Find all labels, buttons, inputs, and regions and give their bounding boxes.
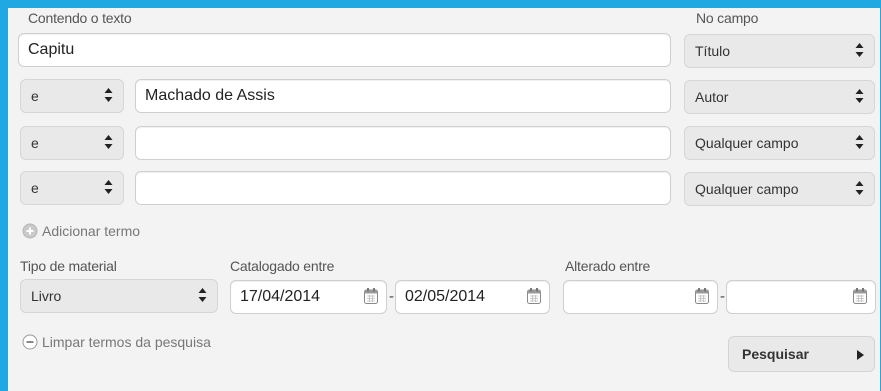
catalog-to-value: 02/05/2014 bbox=[405, 288, 486, 305]
search-text-value-1: Capitu bbox=[28, 41, 75, 58]
minus-circle-icon bbox=[22, 334, 38, 350]
triangle-right-icon bbox=[857, 350, 864, 360]
no-campo-label: No campo bbox=[696, 10, 759, 26]
catalog-to-input[interactable]: 02/05/2014 bbox=[395, 280, 550, 314]
updown-arrows-icon bbox=[855, 89, 864, 103]
field-select-value-3: Qualquer campo bbox=[695, 135, 799, 151]
catalogado-label: Catalogado entre bbox=[230, 258, 335, 274]
calendar-icon[interactable] bbox=[695, 288, 709, 304]
search-button-label: Pesquisar bbox=[742, 346, 809, 362]
updown-arrows-icon bbox=[855, 135, 864, 149]
updown-arrows-icon bbox=[104, 180, 113, 194]
operator-select-4[interactable]: e bbox=[20, 171, 124, 205]
updown-arrows-icon bbox=[198, 288, 207, 302]
field-select-4[interactable]: Qualquer campo bbox=[684, 172, 875, 206]
catalog-range-separator: - bbox=[389, 288, 394, 305]
search-button[interactable]: Pesquisar bbox=[728, 336, 875, 372]
clear-terms-label: Limpar termos da pesquisa bbox=[42, 334, 211, 350]
field-select-value-2: Autor bbox=[695, 89, 729, 105]
field-select-value-1: Título bbox=[695, 43, 731, 59]
updown-arrows-icon bbox=[855, 43, 864, 57]
operator-select-2[interactable]: e bbox=[20, 79, 124, 113]
field-select-2[interactable]: Autor bbox=[684, 80, 875, 114]
altered-to-input[interactable] bbox=[726, 280, 876, 314]
advanced-search-panel: Contendo o texto No campo Capitu Título … bbox=[8, 8, 880, 391]
search-text-input-1[interactable]: Capitu bbox=[18, 33, 671, 67]
alterado-label: Alterado entre bbox=[565, 258, 651, 274]
updown-arrows-icon bbox=[104, 88, 113, 102]
material-select[interactable]: Livro bbox=[20, 279, 218, 313]
operator-value-4: e bbox=[31, 180, 39, 196]
search-text-input-4[interactable] bbox=[135, 171, 671, 205]
updown-arrows-icon bbox=[855, 181, 864, 195]
updown-arrows-icon bbox=[104, 135, 113, 149]
operator-value-2: e bbox=[31, 88, 39, 104]
altered-from-input[interactable] bbox=[563, 280, 718, 314]
calendar-icon[interactable] bbox=[853, 288, 867, 304]
plus-circle-icon bbox=[22, 223, 38, 239]
contendo-label: Contendo o texto bbox=[28, 10, 132, 26]
add-term-label: Adicionar termo bbox=[42, 223, 141, 239]
catalog-from-value: 17/04/2014 bbox=[240, 288, 321, 305]
field-select-3[interactable]: Qualquer campo bbox=[684, 126, 875, 160]
catalog-from-input[interactable]: 17/04/2014 bbox=[230, 280, 387, 314]
search-text-input-2[interactable]: Machado de Assis bbox=[135, 79, 671, 113]
operator-value-3: e bbox=[31, 135, 39, 151]
field-select-value-4: Qualquer campo bbox=[695, 181, 799, 197]
field-select-1[interactable]: Título bbox=[684, 34, 875, 68]
search-text-value-2: Machado de Assis bbox=[145, 87, 275, 104]
altered-range-separator: - bbox=[720, 288, 725, 305]
calendar-icon[interactable] bbox=[364, 288, 378, 304]
search-text-input-3[interactable] bbox=[135, 126, 671, 160]
calendar-icon[interactable] bbox=[527, 288, 541, 304]
operator-select-3[interactable]: e bbox=[20, 126, 124, 160]
material-value: Livro bbox=[31, 288, 62, 304]
material-label: Tipo de material bbox=[20, 258, 117, 274]
